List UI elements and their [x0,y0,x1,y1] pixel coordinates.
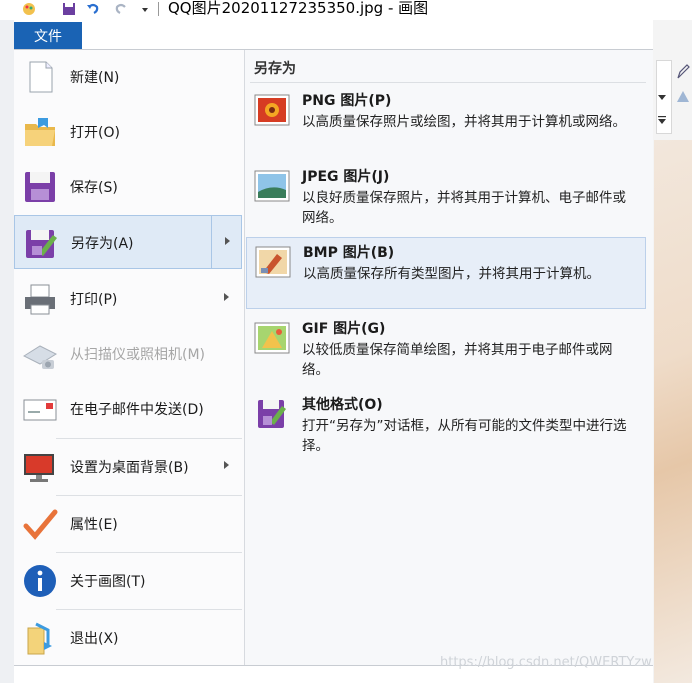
menu-item-label: 打印(P) [70,292,118,308]
checkmark-icon [23,509,58,540]
new-file-icon [29,61,53,93]
email-icon [23,399,57,421]
title-separator [158,2,159,16]
info-icon [24,565,56,597]
menu-separator [56,609,242,610]
menu-item-new[interactable]: 新建(N) [14,50,242,104]
undo-icon[interactable] [86,2,100,16]
paint-app-icon[interactable] [22,2,36,16]
format-description: 以高质量保存照片或绘图，并将其用于计算机或网络。 [302,114,626,130]
format-description: 以良好质量保存照片，并将其用于计算机、电子邮件或网络。 [302,190,626,226]
ribbon-dropdown-icon[interactable] [658,93,666,101]
open-folder-icon [25,118,55,146]
menu-item-print[interactable]: 打印(P) [14,272,242,326]
quick-save-icon[interactable] [62,2,76,16]
save-as-title: 另存为 [254,61,296,77]
format-jpeg[interactable]: JPEG 图片(J) 以良好质量保存照片，并将其用于计算机、电子邮件或网络。 [246,162,646,234]
submenu-arrow-icon[interactable] [225,237,230,245]
save-as-icon [26,230,57,258]
scanner-icon [22,345,58,369]
exit-icon [27,622,52,655]
pencil-icon[interactable] [676,64,690,80]
submenu-arrow-icon[interactable] [224,461,229,469]
menu-item-label: 退出(X) [70,631,119,647]
menu-separator [56,495,242,496]
menu-item-save-as[interactable]: 另存为(A) [14,215,242,269]
format-name: GIF 图片(G) [302,321,386,337]
shapes-icon[interactable] [676,88,690,104]
menu-item-about[interactable]: 关于画图(T) [14,554,242,608]
format-name: JPEG 图片(J) [302,169,390,185]
submenu-arrow-icon[interactable] [224,293,229,301]
format-gif[interactable]: GIF 图片(G) 以较低质量保存简单绘图，并将其用于电子邮件或网络。 [246,314,646,386]
other-format-icon [258,400,286,428]
menu-item-label: 在电子邮件中发送(D) [70,402,204,418]
title-bar: QQ图片20201127235350.jpg - 画图 [0,0,692,20]
window-title: QQ图片20201127235350.jpg - 画图 [168,0,429,17]
menu-item-label: 关于画图(T) [70,574,146,590]
menu-item-label: 从扫描仪或照相机(M) [70,347,206,363]
menu-item-open[interactable]: 打开(O) [14,105,242,159]
save-disk-icon [25,172,55,202]
menu-item-scanner[interactable]: 从扫描仪或照相机(M) [14,327,242,381]
left-background-strip [0,20,14,683]
save-as-title-divider [250,82,646,83]
menu-separator [56,552,242,553]
menu-item-send-email[interactable]: 在电子邮件中发送(D) [14,382,242,436]
jpeg-image-icon [254,170,290,202]
format-name: PNG 图片(P) [302,93,392,109]
menu-item-label: 打开(O) [70,125,120,141]
watermark: https://blog.csdn.net/QWERTYzw [440,655,652,670]
gif-image-icon [254,322,290,354]
desktop-icon [24,454,54,482]
menu-item-label: 另存为(A) [71,236,134,252]
menu-item-save[interactable]: 保存(S) [14,160,242,214]
submenu-split [211,216,212,268]
menu-item-label: 新建(N) [70,70,120,86]
ribbon-more-icon[interactable] [658,115,666,125]
format-png[interactable]: PNG 图片(P) 以高质量保存照片或绘图，并将其用于计算机或网络。 [246,86,646,158]
format-name: BMP 图片(B) [303,245,395,261]
menu-item-label: 属性(E) [70,517,118,533]
file-tab[interactable]: 文件 [14,22,82,49]
menu-item-exit[interactable]: 退出(X) [14,611,242,665]
format-description: 以高质量保存所有类型图片，并将其用于计算机。 [303,266,600,282]
menu-separator [56,438,242,439]
format-bmp[interactable]: BMP 图片(B) 以高质量保存所有类型图片，并将其用于计算机。 [246,237,646,309]
format-description: 打开“另存为”对话框，从所有可能的文件类型中进行选择。 [302,418,627,454]
menu-item-label: 设置为桌面背景(B) [70,460,189,476]
menu-item-properties[interactable]: 属性(E) [14,497,242,551]
canvas-image-preview [654,140,692,683]
bmp-image-icon [255,246,291,278]
printer-icon [25,284,55,315]
menu-item-set-desktop[interactable]: 设置为桌面背景(B) [14,440,242,494]
format-name: 其他格式(O) [302,397,383,413]
png-image-icon [254,94,290,126]
redo-icon[interactable] [114,2,128,16]
menu-item-label: 保存(S) [70,180,118,196]
format-description: 以较低质量保存简单绘图，并将其用于电子邮件或网络。 [302,342,613,378]
customize-toolbar-icon[interactable] [138,2,152,16]
format-other[interactable]: 其他格式(O) 打开“另存为”对话框，从所有可能的文件类型中进行选择。 [246,390,646,462]
